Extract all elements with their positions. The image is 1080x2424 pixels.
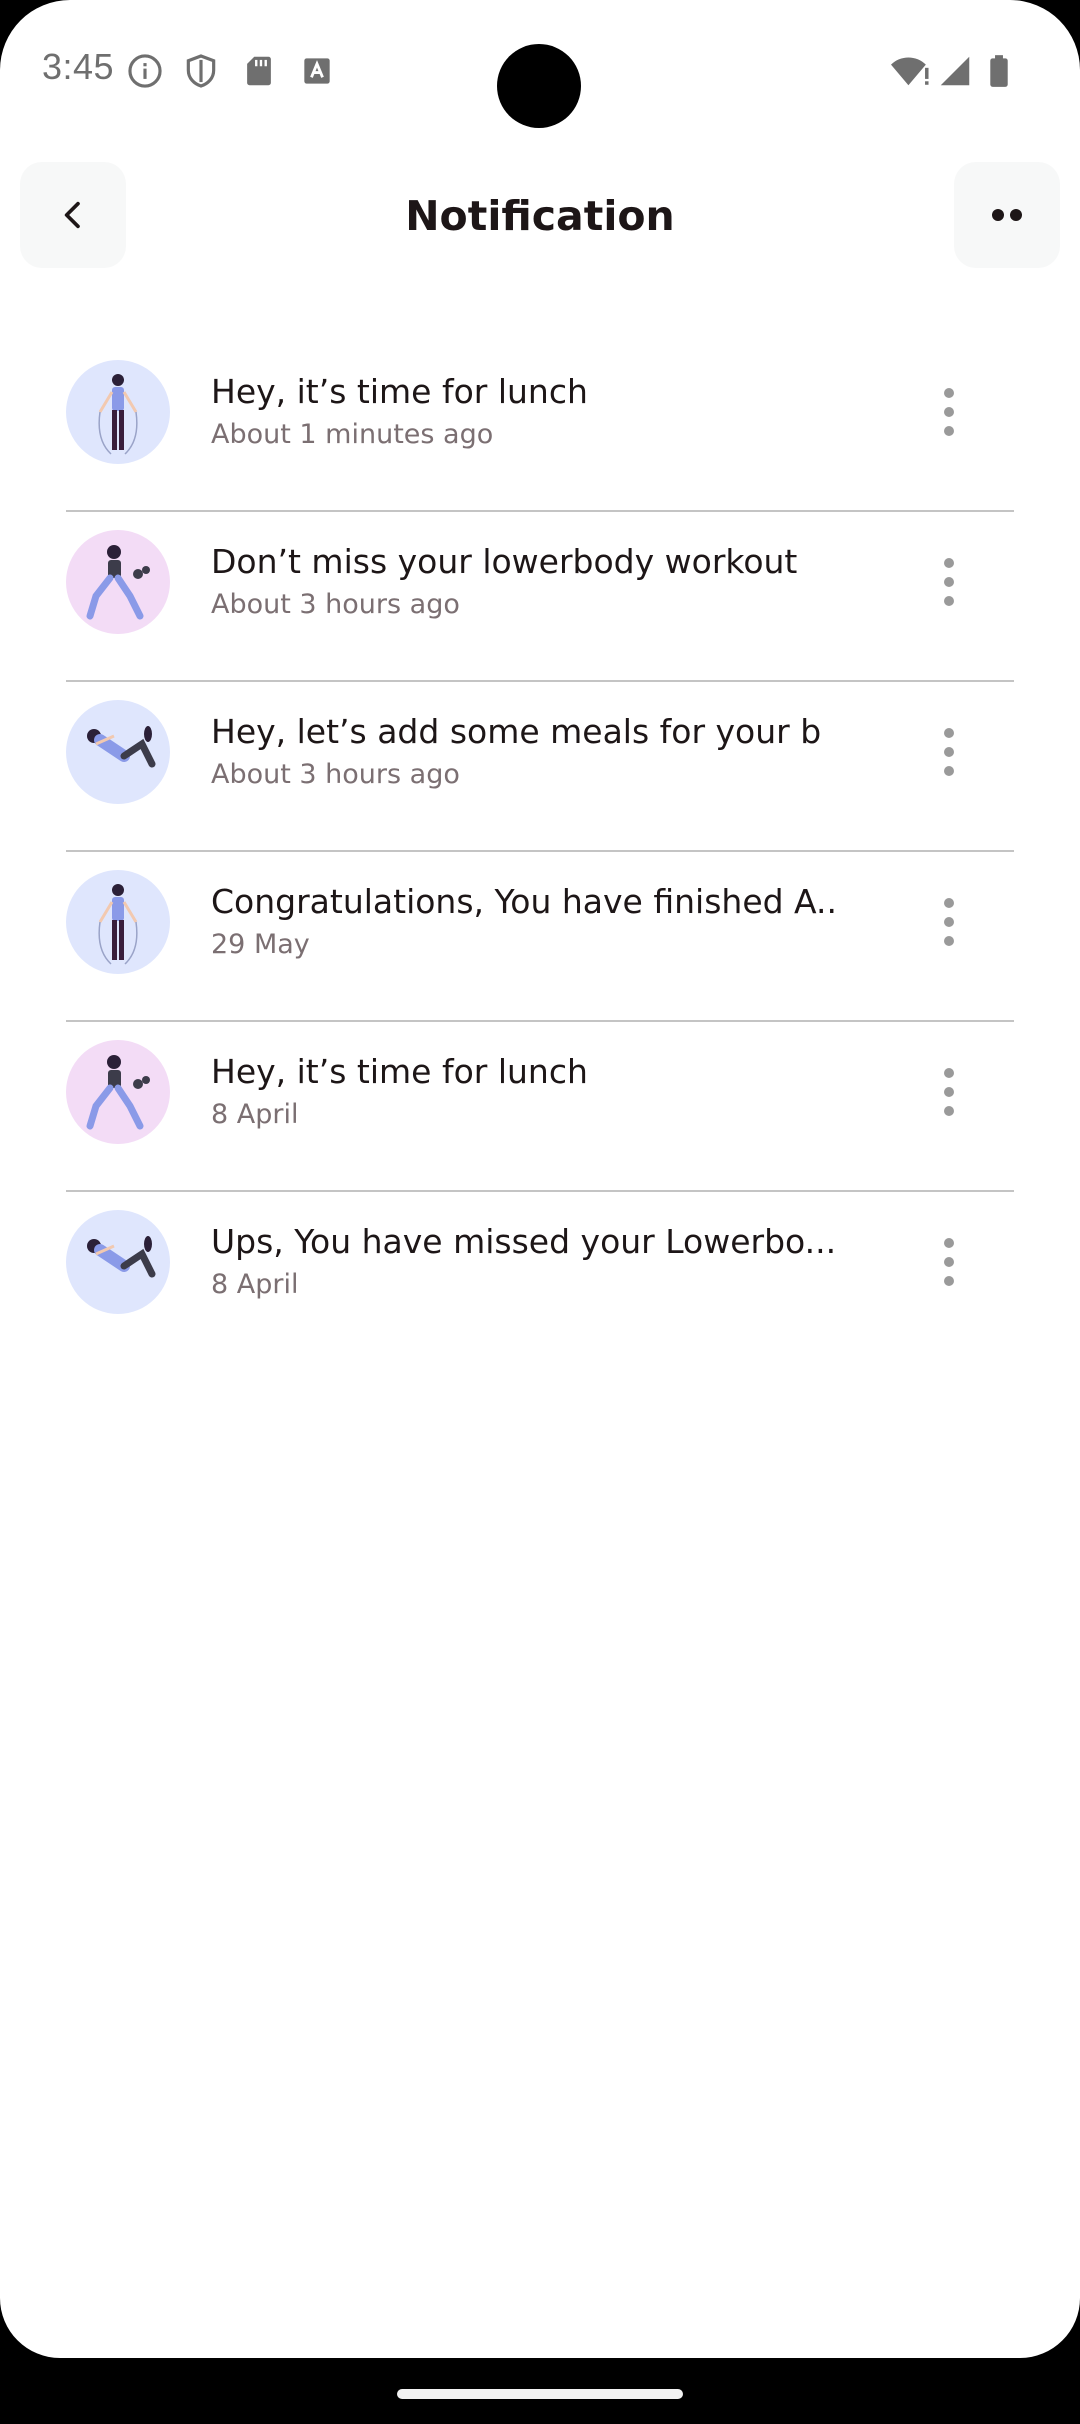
notification-item[interactable]: Congratulations, You have finished A.. 2… <box>66 852 1014 1022</box>
item-menu-button[interactable] <box>932 552 966 612</box>
item-menu-button[interactable] <box>932 892 966 952</box>
dot <box>944 558 954 568</box>
shield-icon <box>186 54 216 88</box>
dot <box>944 747 954 757</box>
notification-title: Congratulations, You have finished A.. <box>211 882 838 921</box>
dot <box>944 917 954 927</box>
dot <box>944 1106 954 1116</box>
dot <box>944 1276 954 1286</box>
dot <box>944 388 954 398</box>
notification-time: About 3 hours ago <box>211 759 460 790</box>
notification-title: Don’t miss your lowerbody workout <box>211 542 798 581</box>
cell-signal-icon <box>940 56 970 86</box>
avatar-lunge <box>66 1040 170 1144</box>
dot <box>944 1257 954 1267</box>
notification-time: 29 May <box>211 929 310 960</box>
notification-item[interactable]: Hey, it’s time for lunch About 1 minutes… <box>66 342 1014 512</box>
camera-cutout <box>497 44 581 128</box>
app-screen: 3:45 Notification Hey, it’s time for lun… <box>0 0 1080 2358</box>
notification-item[interactable]: Ups, You have missed your Lowerbo... 8 A… <box>66 1192 1014 1362</box>
notification-time: About 1 minutes ago <box>211 419 494 450</box>
info-icon <box>128 54 162 88</box>
notification-title: Hey, let’s add some meals for your b <box>211 712 822 751</box>
notification-time: 8 April <box>211 1269 299 1300</box>
notification-time: About 3 hours ago <box>211 589 460 620</box>
dot <box>944 407 954 417</box>
avatar-lunge <box>66 530 170 634</box>
more-options-button[interactable] <box>954 162 1060 268</box>
dot <box>944 1087 954 1097</box>
notification-title: Ups, You have missed your Lowerbo... <box>211 1222 837 1261</box>
dot <box>944 426 954 436</box>
avatar-jumprope <box>66 870 170 974</box>
dot <box>944 936 954 946</box>
dot <box>944 898 954 908</box>
dot <box>944 596 954 606</box>
dot <box>944 577 954 587</box>
item-menu-button[interactable] <box>932 382 966 442</box>
item-menu-button[interactable] <box>932 1062 966 1122</box>
notification-item[interactable]: Hey, let’s add some meals for your b Abo… <box>66 682 1014 852</box>
notification-title: Hey, it’s time for lunch <box>211 372 588 411</box>
notification-item[interactable]: Hey, it’s time for lunch 8 April <box>66 1022 1014 1192</box>
font-a-icon <box>304 58 330 84</box>
notification-list: Hey, it’s time for lunch About 1 minutes… <box>66 342 1014 1362</box>
avatar-situp <box>66 700 170 804</box>
sd-card-icon <box>247 56 271 86</box>
dot <box>944 766 954 776</box>
notification-title: Hey, it’s time for lunch <box>211 1052 588 1091</box>
notification-time: 8 April <box>211 1099 299 1130</box>
wifi-alert-icon <box>891 57 929 86</box>
avatar-jumprope <box>66 360 170 464</box>
avatar-situp <box>66 1210 170 1314</box>
dot <box>944 728 954 738</box>
home-indicator[interactable] <box>397 2389 683 2399</box>
dot <box>944 1238 954 1248</box>
status-time: 3:45 <box>42 46 115 87</box>
battery-icon <box>990 55 1008 87</box>
dot <box>944 1068 954 1078</box>
notification-item[interactable]: Don’t miss your lowerbody workout About … <box>66 512 1014 682</box>
page-title: Notification <box>405 192 675 240</box>
item-menu-button[interactable] <box>932 1232 966 1292</box>
item-menu-button[interactable] <box>932 722 966 782</box>
status-bar: 3:45 <box>0 0 1080 140</box>
two-dots-icon <box>992 209 1022 221</box>
